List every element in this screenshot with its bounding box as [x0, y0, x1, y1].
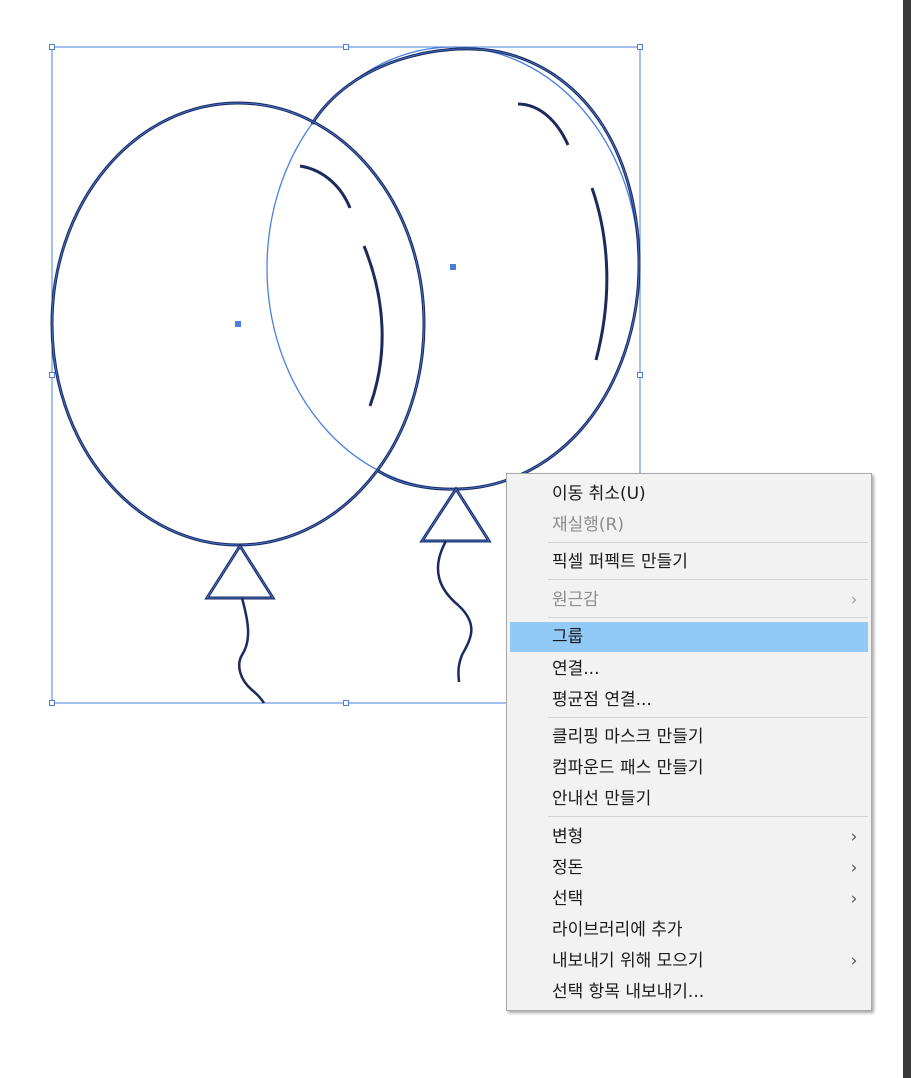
chevron-right-icon: ›: [850, 827, 858, 847]
menu-item-make-compound-path[interactable]: 컴파운드 패스 만들기: [510, 753, 868, 783]
menu-separator: [548, 816, 868, 817]
menu-item-add-to-library[interactable]: 라이브러리에 추가: [510, 915, 868, 945]
menu-item-make-pixel-perfect[interactable]: 픽셀 퍼펙트 만들기: [510, 547, 868, 577]
chevron-right-icon: ›: [850, 858, 858, 878]
menu-separator: [548, 717, 868, 718]
chevron-right-icon: ›: [850, 590, 858, 610]
menu-item-undo-move[interactable]: 이동 취소(U): [510, 479, 868, 509]
menu-item-transform[interactable]: 변형 ›: [510, 822, 868, 852]
menu-separator: [548, 579, 868, 580]
menu-separator: [548, 542, 868, 543]
menu-item-redo: 재실행(R): [552, 515, 624, 535]
menu-item-average-join[interactable]: 평균점 연결...: [510, 685, 868, 715]
menu-item-perspective: 원근감 ›: [510, 585, 868, 615]
menu-item-collect-for-export[interactable]: 내보내기 위해 모으기 ›: [510, 946, 868, 976]
menu-item-make-clipping-mask[interactable]: 클리핑 마스크 만들기: [510, 722, 868, 752]
menu-item-make-guides[interactable]: 안내선 만들기: [510, 784, 868, 814]
chevron-right-icon: ›: [850, 889, 858, 909]
window-edge: [903, 0, 911, 1078]
menu-item-select[interactable]: 선택 ›: [510, 884, 868, 914]
menu-separator: [548, 617, 868, 618]
menu-item-arrange[interactable]: 정돈 ›: [510, 853, 868, 883]
menu-item-join[interactable]: 연결...: [510, 654, 868, 684]
right-balloon-center-point: [450, 264, 456, 270]
menu-item-group[interactable]: 그룹: [510, 622, 868, 652]
menu-item-export-selection[interactable]: 선택 항목 내보내기...: [510, 977, 868, 1007]
left-balloon-center-point: [235, 321, 241, 327]
chevron-right-icon: ›: [850, 951, 858, 971]
left-balloon[interactable]: [50, 101, 426, 704]
context-menu[interactable]: 이동 취소(U) 재실행(R) 픽셀 퍼펙트 만들기 원근감 › 그룹 연결...…: [506, 473, 872, 1011]
